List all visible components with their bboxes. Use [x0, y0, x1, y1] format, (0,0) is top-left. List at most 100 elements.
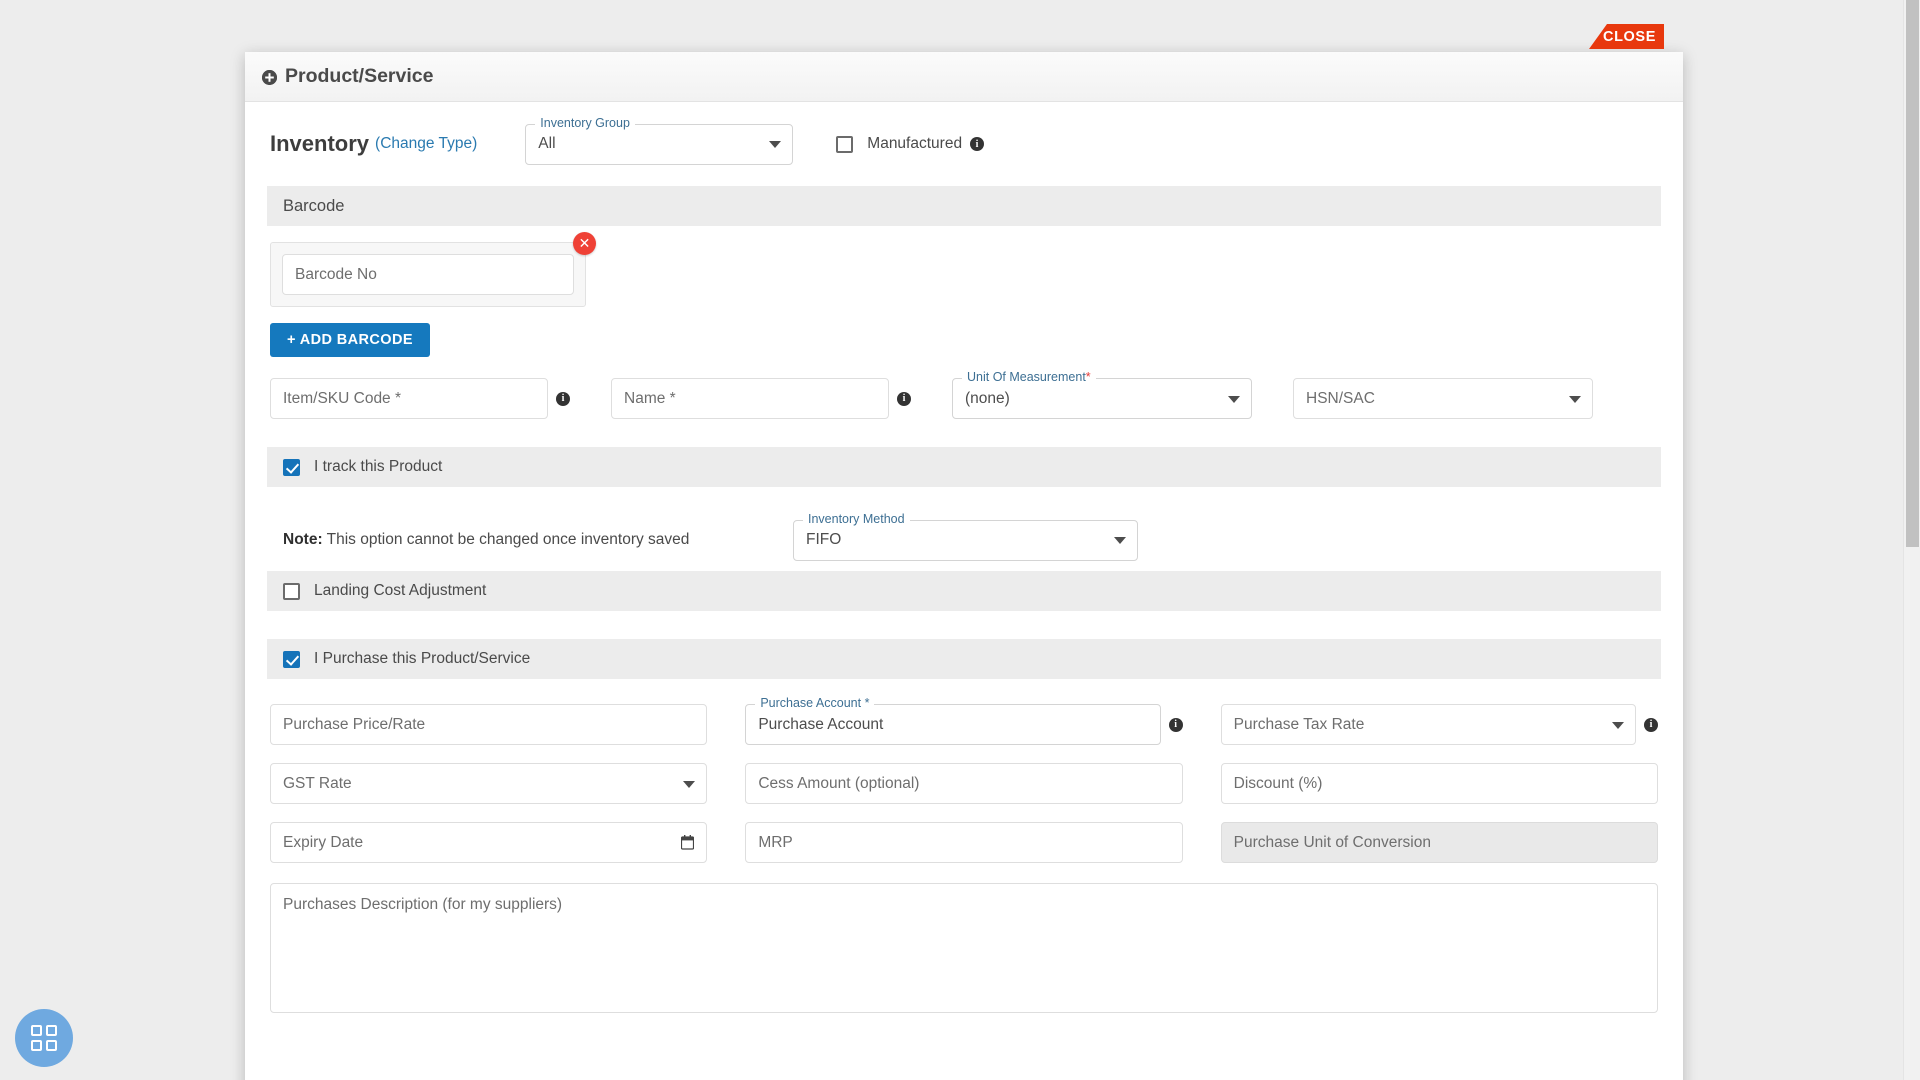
- name-input[interactable]: Name *: [611, 378, 889, 419]
- purchase-section-header[interactable]: I Purchase this Product/Service: [267, 639, 1661, 679]
- inventory-group-value: All: [538, 135, 556, 152]
- app-root: CLOSE Product/Service Inventory (Change …: [0, 0, 1920, 1080]
- track-note-text: This option cannot be changed once inven…: [322, 531, 690, 548]
- track-note: Note: This option cannot be changed once…: [283, 531, 753, 549]
- unit-of-measurement-value: (none): [965, 389, 1010, 407]
- expiry-date-input[interactable]: Expiry Date: [270, 822, 708, 863]
- barcode-no-input[interactable]: Barcode No: [282, 254, 574, 295]
- inventory-method-label: Inventory Method: [803, 512, 910, 525]
- grid-square: [46, 1040, 57, 1051]
- hsn-sac-value: HSN/SAC: [1306, 389, 1375, 407]
- unit-of-measurement-label: Unit Of Measurement*: [962, 371, 1096, 384]
- purchase-tax-rate-value: Purchase Tax Rate: [1233, 715, 1365, 733]
- close-button[interactable]: CLOSE: [1589, 24, 1664, 49]
- gst-rate-select[interactable]: GST Rate: [270, 763, 708, 804]
- purchase-account-label: Purchase Account *: [755, 696, 875, 710]
- product-service-dialog: Product/Service Inventory (Change Type) …: [245, 52, 1683, 1080]
- purchase-account-input[interactable]: Purchase Account * Purchase Account: [745, 697, 1161, 745]
- inventory-type-name: Inventory: [270, 131, 370, 156]
- grid-square: [31, 1040, 42, 1051]
- apps-grid-icon: [31, 1025, 57, 1051]
- apps-fab-button[interactable]: [15, 1009, 73, 1067]
- calendar-icon[interactable]: [681, 834, 695, 850]
- sku-info-icon[interactable]: i: [556, 391, 570, 406]
- purchase-account-info-icon[interactable]: i: [1168, 717, 1183, 732]
- landing-cost-checkbox[interactable]: [283, 582, 300, 600]
- inventory-type-row: Inventory (Change Type) Inventory Group …: [267, 102, 1661, 186]
- chevron-down-icon: [1114, 537, 1126, 544]
- chevron-down-icon: [1569, 395, 1581, 403]
- uom-required-mark: *: [1085, 370, 1091, 384]
- discount-cell: Discount (%): [1220, 763, 1658, 804]
- change-type-link[interactable]: (Change Type): [375, 135, 477, 153]
- track-note-row: Note: This option cannot be changed once…: [267, 487, 1661, 571]
- chevron-down-icon: [769, 141, 782, 148]
- cess-amount-input[interactable]: Cess Amount (optional): [745, 763, 1183, 804]
- barcode-section-header: Barcode: [267, 186, 1661, 226]
- purchases-description-textarea[interactable]: Purchases Description (for my suppliers): [270, 883, 1658, 1013]
- purchase-row-1: Purchase Price/Rate Purchase Account * P…: [267, 679, 1661, 745]
- mrp-input[interactable]: MRP: [745, 822, 1183, 863]
- scrollbar-thumb[interactable]: [1906, 0, 1919, 547]
- barcode-delete-icon[interactable]: ✕: [573, 232, 596, 255]
- purchase-account-required-mark: *: [864, 696, 870, 710]
- track-product-label: I track this Product: [314, 458, 443, 475]
- purchase-label: I Purchase this Product/Service: [314, 650, 531, 667]
- purchase-price-input[interactable]: Purchase Price/Rate: [270, 704, 708, 745]
- add-barcode-button[interactable]: + ADD BARCODE: [270, 323, 430, 357]
- unit-of-measurement-select[interactable]: Unit Of Measurement* (none): [952, 371, 1252, 419]
- manufactured-checkbox[interactable]: [836, 135, 854, 153]
- name-info-icon[interactable]: i: [897, 391, 911, 406]
- hsn-cell: HSN/SAC: [1293, 378, 1593, 419]
- identity-row: Item/SKU Code * i Name * i Unit Of Measu…: [267, 357, 1661, 419]
- grid-square: [46, 1025, 57, 1036]
- expiry-date-cell: Expiry Date: [270, 822, 708, 863]
- close-button-label: CLOSE: [1603, 28, 1656, 45]
- purchase-row-3: Expiry Date MRP Purchase Unit of Convers…: [267, 804, 1661, 863]
- inventory-group-select[interactable]: Inventory Group All: [525, 116, 794, 165]
- expiry-date-value: Expiry Date: [283, 833, 364, 851]
- track-note-bold: Note:: [283, 531, 323, 548]
- gst-rate-cell: GST Rate: [270, 763, 708, 804]
- chevron-down-icon: [1228, 395, 1240, 403]
- purchase-account-value: Purchase Account: [758, 715, 884, 733]
- sku-code-input[interactable]: Item/SKU Code *: [270, 378, 548, 419]
- barcode-area: ✕ Barcode No + ADD BARCODE: [267, 226, 1661, 357]
- purchase-unit-of-conversion-input: Purchase Unit of Conversion: [1220, 822, 1658, 863]
- purchase-account-cell: Purchase Account * Purchase Account i: [745, 697, 1183, 745]
- inventory-method-value: FIFO: [806, 531, 842, 548]
- page-scrollbar[interactable]: [1903, 0, 1920, 1080]
- purchase-row-2: GST Rate Cess Amount (optional) Discount…: [267, 745, 1661, 804]
- uom-label-text: Unit Of Measurement: [967, 370, 1086, 384]
- track-product-section-header[interactable]: I track this Product: [267, 447, 1661, 487]
- purchase-unit-conversion-cell: Purchase Unit of Conversion: [1220, 822, 1658, 863]
- plus-circle-icon: [262, 70, 277, 85]
- chevron-down-icon: [683, 780, 696, 788]
- track-product-checkbox[interactable]: [283, 458, 300, 476]
- purchase-tax-rate-info-icon[interactable]: i: [1644, 717, 1658, 732]
- dialog-header: Product/Service: [245, 52, 1683, 102]
- chevron-down-icon: [1612, 721, 1624, 729]
- manufactured-checkbox-row[interactable]: Manufactured i: [836, 135, 985, 153]
- purchase-account-label-text: Purchase Account: [760, 696, 865, 710]
- inventory-method-select[interactable]: Inventory Method FIFO: [793, 512, 1138, 561]
- dialog-body: Inventory (Change Type) Inventory Group …: [245, 102, 1683, 1080]
- mrp-cell: MRP: [745, 822, 1183, 863]
- hsn-sac-select[interactable]: HSN/SAC: [1293, 378, 1593, 419]
- landing-cost-label: Landing Cost Adjustment: [314, 582, 487, 599]
- landing-cost-section-header[interactable]: Landing Cost Adjustment: [267, 571, 1661, 611]
- name-cell: Name * i: [611, 378, 911, 419]
- purchase-tax-rate-cell: Purchase Tax Rate i: [1220, 704, 1658, 745]
- purchase-price-cell: Purchase Price/Rate: [270, 704, 708, 745]
- purchase-tax-rate-select[interactable]: Purchase Tax Rate: [1220, 704, 1636, 745]
- uom-cell: Unit Of Measurement* (none): [952, 371, 1252, 419]
- manufactured-label: Manufactured: [867, 135, 963, 152]
- gst-rate-value: GST Rate: [283, 774, 352, 792]
- discount-input[interactable]: Discount (%): [1220, 763, 1658, 804]
- barcode-card: ✕ Barcode No: [270, 232, 596, 307]
- purchase-checkbox[interactable]: [283, 650, 300, 668]
- inventory-group-label: Inventory Group: [535, 116, 635, 129]
- manufactured-info-icon[interactable]: i: [970, 137, 985, 151]
- grid-square: [31, 1025, 42, 1036]
- sku-cell: Item/SKU Code * i: [270, 378, 570, 419]
